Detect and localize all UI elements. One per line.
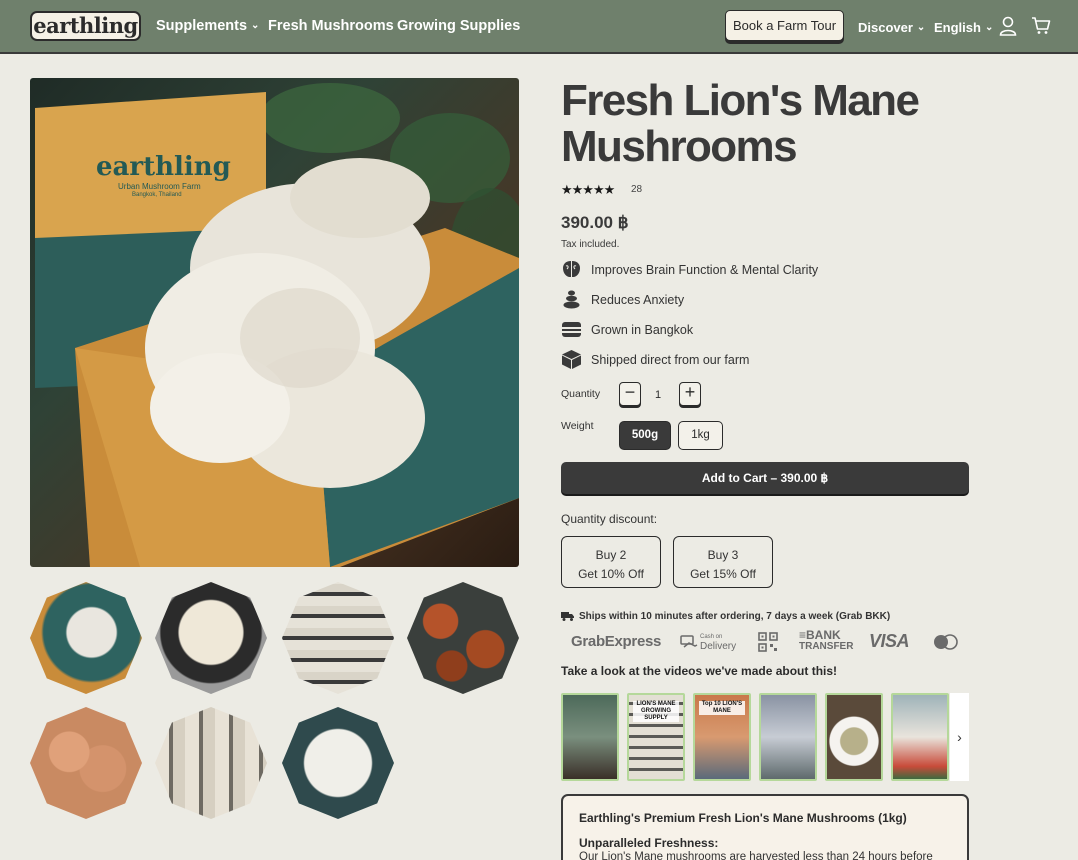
grab-express-logo: GrabExpress: [571, 633, 662, 650]
nav-fresh-mushrooms[interactable]: Fresh Mushrooms: [268, 18, 394, 34]
benefit-shipped-direct: Shipped direct from our farm: [591, 353, 750, 367]
thumbnail-grilled-mushrooms[interactable]: [407, 582, 519, 694]
shipping-note: Ships within 10 minutes after ordering, …: [579, 611, 891, 622]
product-title: Fresh Lion's Mane Mushrooms: [561, 76, 920, 171]
nav-growing-supplies[interactable]: Growing Supplies: [397, 18, 520, 34]
rating-count[interactable]: 28: [631, 184, 642, 195]
language-selector[interactable]: English ⌄: [934, 20, 993, 35]
discount-buy-2-line2: Get 10% Off: [578, 567, 644, 581]
chevron-down-icon: ⌄: [916, 22, 926, 33]
bank-transfer-line1: ≡BANK: [799, 628, 841, 642]
nav-discover-label: Discover: [858, 20, 913, 35]
rating-stars[interactable]: ★★★★★: [561, 182, 615, 198]
cart-icon[interactable]: [1031, 16, 1051, 35]
quantity-discount-label: Quantity discount:: [561, 512, 658, 526]
site-logo[interactable]: earthling: [30, 11, 141, 41]
cod-line1: Cash on: [700, 634, 723, 640]
language-label: English: [934, 20, 981, 35]
video-2-caption: LION'S MANE GROWING SUPPLY: [633, 701, 679, 722]
book-farm-tour-button[interactable]: Book a Farm Tour: [725, 10, 844, 41]
box-tagline-text: Urban Mushroom Farm: [118, 182, 201, 191]
product-description-card: Earthling's Premium Fresh Lion's Mane Mu…: [561, 794, 969, 860]
discount-buy-2-card[interactable]: Buy 2 Get 10% Off: [561, 536, 661, 588]
cod-line2: Delivery: [700, 641, 737, 652]
thumbnail-grow-shelves[interactable]: [282, 582, 394, 694]
discount-buy-3-card[interactable]: Buy 3 Get 15% Off: [673, 536, 773, 588]
product-price: 390.00 ฿: [561, 213, 629, 232]
benefit-reduces-anxiety: Reduces Anxiety: [591, 293, 685, 307]
thumbnail-lions-mane-in-box[interactable]: [30, 582, 142, 694]
quantity-value[interactable]: 1: [655, 389, 661, 401]
video-thumbnail-3[interactable]: Top 10 LION'S MANE: [693, 693, 751, 781]
chevron-right-icon: ›: [957, 729, 962, 745]
description-subtitle: Unparalleled Freshness:: [579, 836, 719, 850]
main-product-image[interactable]: earthling Urban Mushroom Farm Bangkok, T…: [30, 78, 519, 567]
box-icon: [562, 350, 581, 369]
box-brand-text: earthling: [96, 152, 231, 182]
video-carousel-next-button[interactable]: ›: [950, 693, 969, 781]
tax-note: Tax included.: [561, 239, 620, 250]
user-icon[interactable]: [999, 16, 1017, 36]
discount-buy-3-line2: Get 15% Off: [690, 567, 756, 581]
weight-option-1kg[interactable]: 1kg: [678, 421, 723, 450]
quantity-decrease-button[interactable]: −: [619, 382, 641, 406]
thumbnail-hanging-grow-bags[interactable]: [155, 707, 267, 819]
weight-option-500g[interactable]: 500g: [619, 421, 671, 450]
nav-supplements[interactable]: Supplements ⌄: [156, 18, 259, 34]
video-thumbnail-4[interactable]: [759, 693, 817, 781]
benefit-grown-in-bangkok: Grown in Bangkok: [591, 323, 694, 337]
nav-supplements-label: Supplements: [156, 18, 248, 34]
video-thumbnail-5[interactable]: [825, 693, 883, 781]
chevron-down-icon: ⌄: [251, 20, 260, 31]
chevron-down-icon: ⌄: [984, 22, 994, 33]
site-header: earthling Supplements ⌄ Fresh Mushrooms G…: [0, 0, 1078, 54]
weight-label: Weight: [561, 420, 594, 432]
benefit-brain-function: Improves Brain Function & Mental Clarity: [591, 263, 819, 277]
description-title: Earthling's Premium Fresh Lion's Mane Mu…: [579, 811, 907, 825]
nav-discover[interactable]: Discover ⌄: [858, 20, 925, 35]
video-thumbnail-6[interactable]: [891, 693, 949, 781]
video-thumbnail-2[interactable]: LION'S MANE GROWING SUPPLY: [627, 693, 685, 781]
description-body: Our Lion's Mane mushrooms are harvested …: [579, 851, 933, 860]
cash-on-delivery-icon: [680, 635, 698, 648]
truck-icon: [561, 612, 574, 621]
box-location-text: Bangkok, Thailand: [132, 192, 182, 198]
discount-buy-2-line1: Buy 2: [595, 548, 627, 562]
visa-logo: VISA: [869, 631, 910, 651]
discount-buy-3-line1: Buy 3: [707, 548, 739, 562]
brain-icon: [563, 261, 580, 277]
mastercard-icon: [934, 634, 958, 650]
video-3-caption: Top 10 LION'S MANE: [699, 701, 745, 715]
thumbnail-lions-mane-in-hand[interactable]: [155, 582, 267, 694]
video-thumbnail-1[interactable]: [561, 693, 619, 781]
thumbnail-lions-mane-clusters[interactable]: [30, 707, 142, 819]
thumbnail-lions-mane-close-up[interactable]: [282, 707, 394, 819]
qr-code-icon: [758, 632, 778, 652]
bank-transfer-line2: TRANSFER: [799, 641, 854, 652]
add-to-cart-button[interactable]: Add to Cart – 390.00 ฿: [561, 462, 969, 494]
stones-icon: [563, 290, 580, 309]
videos-section-title: Take a look at the videos we've made abo…: [561, 664, 838, 678]
quantity-label: Quantity: [561, 388, 601, 400]
quantity-increase-button[interactable]: +: [679, 382, 701, 406]
stripes-icon: [562, 322, 581, 337]
